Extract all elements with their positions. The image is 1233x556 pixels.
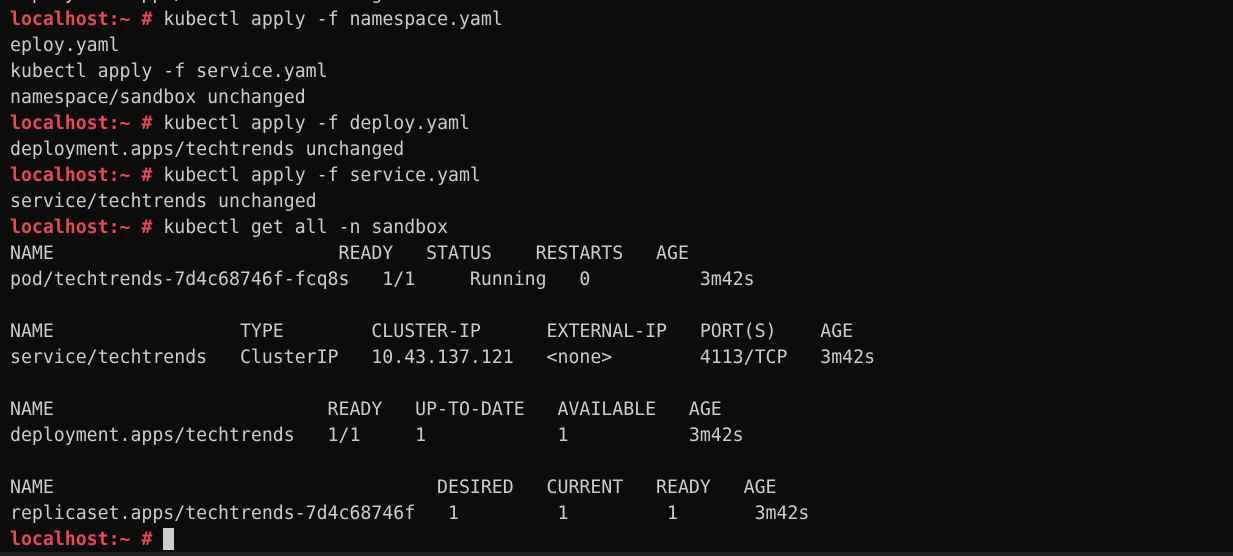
output-text: replicaset.apps/techtrends-7d4c68746f 1 …	[10, 503, 810, 524]
output-line: NAME DESIRED CURRENT READY AGE	[10, 475, 1225, 501]
prompt-line: localhost:~ # kubectl get all -n sandbox	[10, 215, 1225, 241]
output-text: service/techtrends unchanged	[10, 191, 317, 212]
prompt-symbol: #	[130, 529, 164, 550]
terminal-output: deployment.apps/techtrends unchangedloca…	[10, 0, 1225, 552]
output-text: deployment.apps/techtrends unchanged	[10, 0, 404, 4]
prompt-line: localhost:~ # kubectl apply -f service.y…	[10, 163, 1225, 189]
output-line: deployment.apps/techtrends unchanged	[10, 137, 1225, 163]
output-line: NAME READY UP-TO-DATE AVAILABLE AGE	[10, 397, 1225, 423]
output-text: NAME DESIRED CURRENT READY AGE	[10, 477, 777, 498]
command-text: kubectl apply -f deploy.yaml	[163, 113, 470, 134]
output-text: pod/techtrends-7d4c68746f-fcq8s 1/1 Runn…	[10, 269, 755, 290]
output-line: replicaset.apps/techtrends-7d4c68746f 1 …	[10, 501, 1225, 527]
output-line: namespace/sandbox unchanged	[10, 85, 1225, 111]
command-text: kubectl apply -f service.yaml	[163, 165, 481, 186]
prompt-host: localhost	[10, 113, 109, 134]
prompt-symbol: #	[130, 9, 164, 30]
prompt-line: localhost:~ #	[10, 527, 1225, 552]
output-line: deployment.apps/techtrends 1/1 1 1 3m42s	[10, 423, 1225, 449]
output-line: eploy.yaml	[10, 33, 1225, 59]
prompt-line: localhost:~ # kubectl apply -f deploy.ya…	[10, 111, 1225, 137]
prompt-path: :~	[108, 9, 131, 30]
output-text: NAME TYPE CLUSTER-IP EXTERNAL-IP PORT(S)…	[10, 321, 854, 342]
output-line: NAME READY STATUS RESTARTS AGE	[10, 241, 1225, 267]
output-text: deployment.apps/techtrends unchanged	[10, 139, 405, 160]
prompt-host: localhost	[10, 529, 109, 550]
prompt-symbol: #	[130, 165, 164, 186]
output-line: kubectl apply -f service.yaml	[10, 59, 1225, 85]
prompt-line: localhost:~ # kubectl apply -f namespace…	[10, 7, 1225, 33]
output-text: service/techtrends ClusterIP 10.43.137.1…	[10, 347, 876, 368]
output-line: deployment.apps/techtrends unchanged	[10, 0, 1225, 7]
output-line: service/techtrends unchanged	[10, 189, 1225, 215]
output-text: kubectl apply -f service.yaml	[10, 61, 328, 82]
text-cursor[interactable]	[163, 528, 175, 550]
output-line: NAME TYPE CLUSTER-IP EXTERNAL-IP PORT(S)…	[10, 319, 1225, 345]
command-text: kubectl apply -f namespace.yaml	[163, 9, 503, 30]
output-text: NAME READY UP-TO-DATE AVAILABLE AGE	[10, 399, 722, 420]
prompt-host: localhost	[10, 9, 109, 30]
prompt-host: localhost	[10, 217, 109, 238]
prompt-host: localhost	[10, 165, 109, 186]
prompt-path: :~	[108, 113, 131, 134]
prompt-path: :~	[108, 165, 131, 186]
prompt-path: :~	[108, 217, 131, 238]
command-text: kubectl get all -n sandbox	[163, 217, 449, 238]
terminal-window[interactable]: deployment.apps/techtrends unchangedloca…	[0, 0, 1233, 552]
output-line: pod/techtrends-7d4c68746f-fcq8s 1/1 Runn…	[10, 267, 1225, 293]
output-text: eploy.yaml	[10, 35, 120, 56]
terminal-bottom-edge	[0, 552, 1233, 556]
output-text: NAME READY STATUS RESTARTS AGE	[10, 243, 689, 264]
prompt-path: :~	[108, 529, 131, 550]
prompt-symbol: #	[130, 113, 164, 134]
output-text: deployment.apps/techtrends 1/1 1 1 3m42s	[10, 425, 744, 446]
prompt-symbol: #	[130, 217, 164, 238]
output-text: namespace/sandbox unchanged	[10, 87, 306, 108]
output-line: service/techtrends ClusterIP 10.43.137.1…	[10, 345, 1225, 371]
